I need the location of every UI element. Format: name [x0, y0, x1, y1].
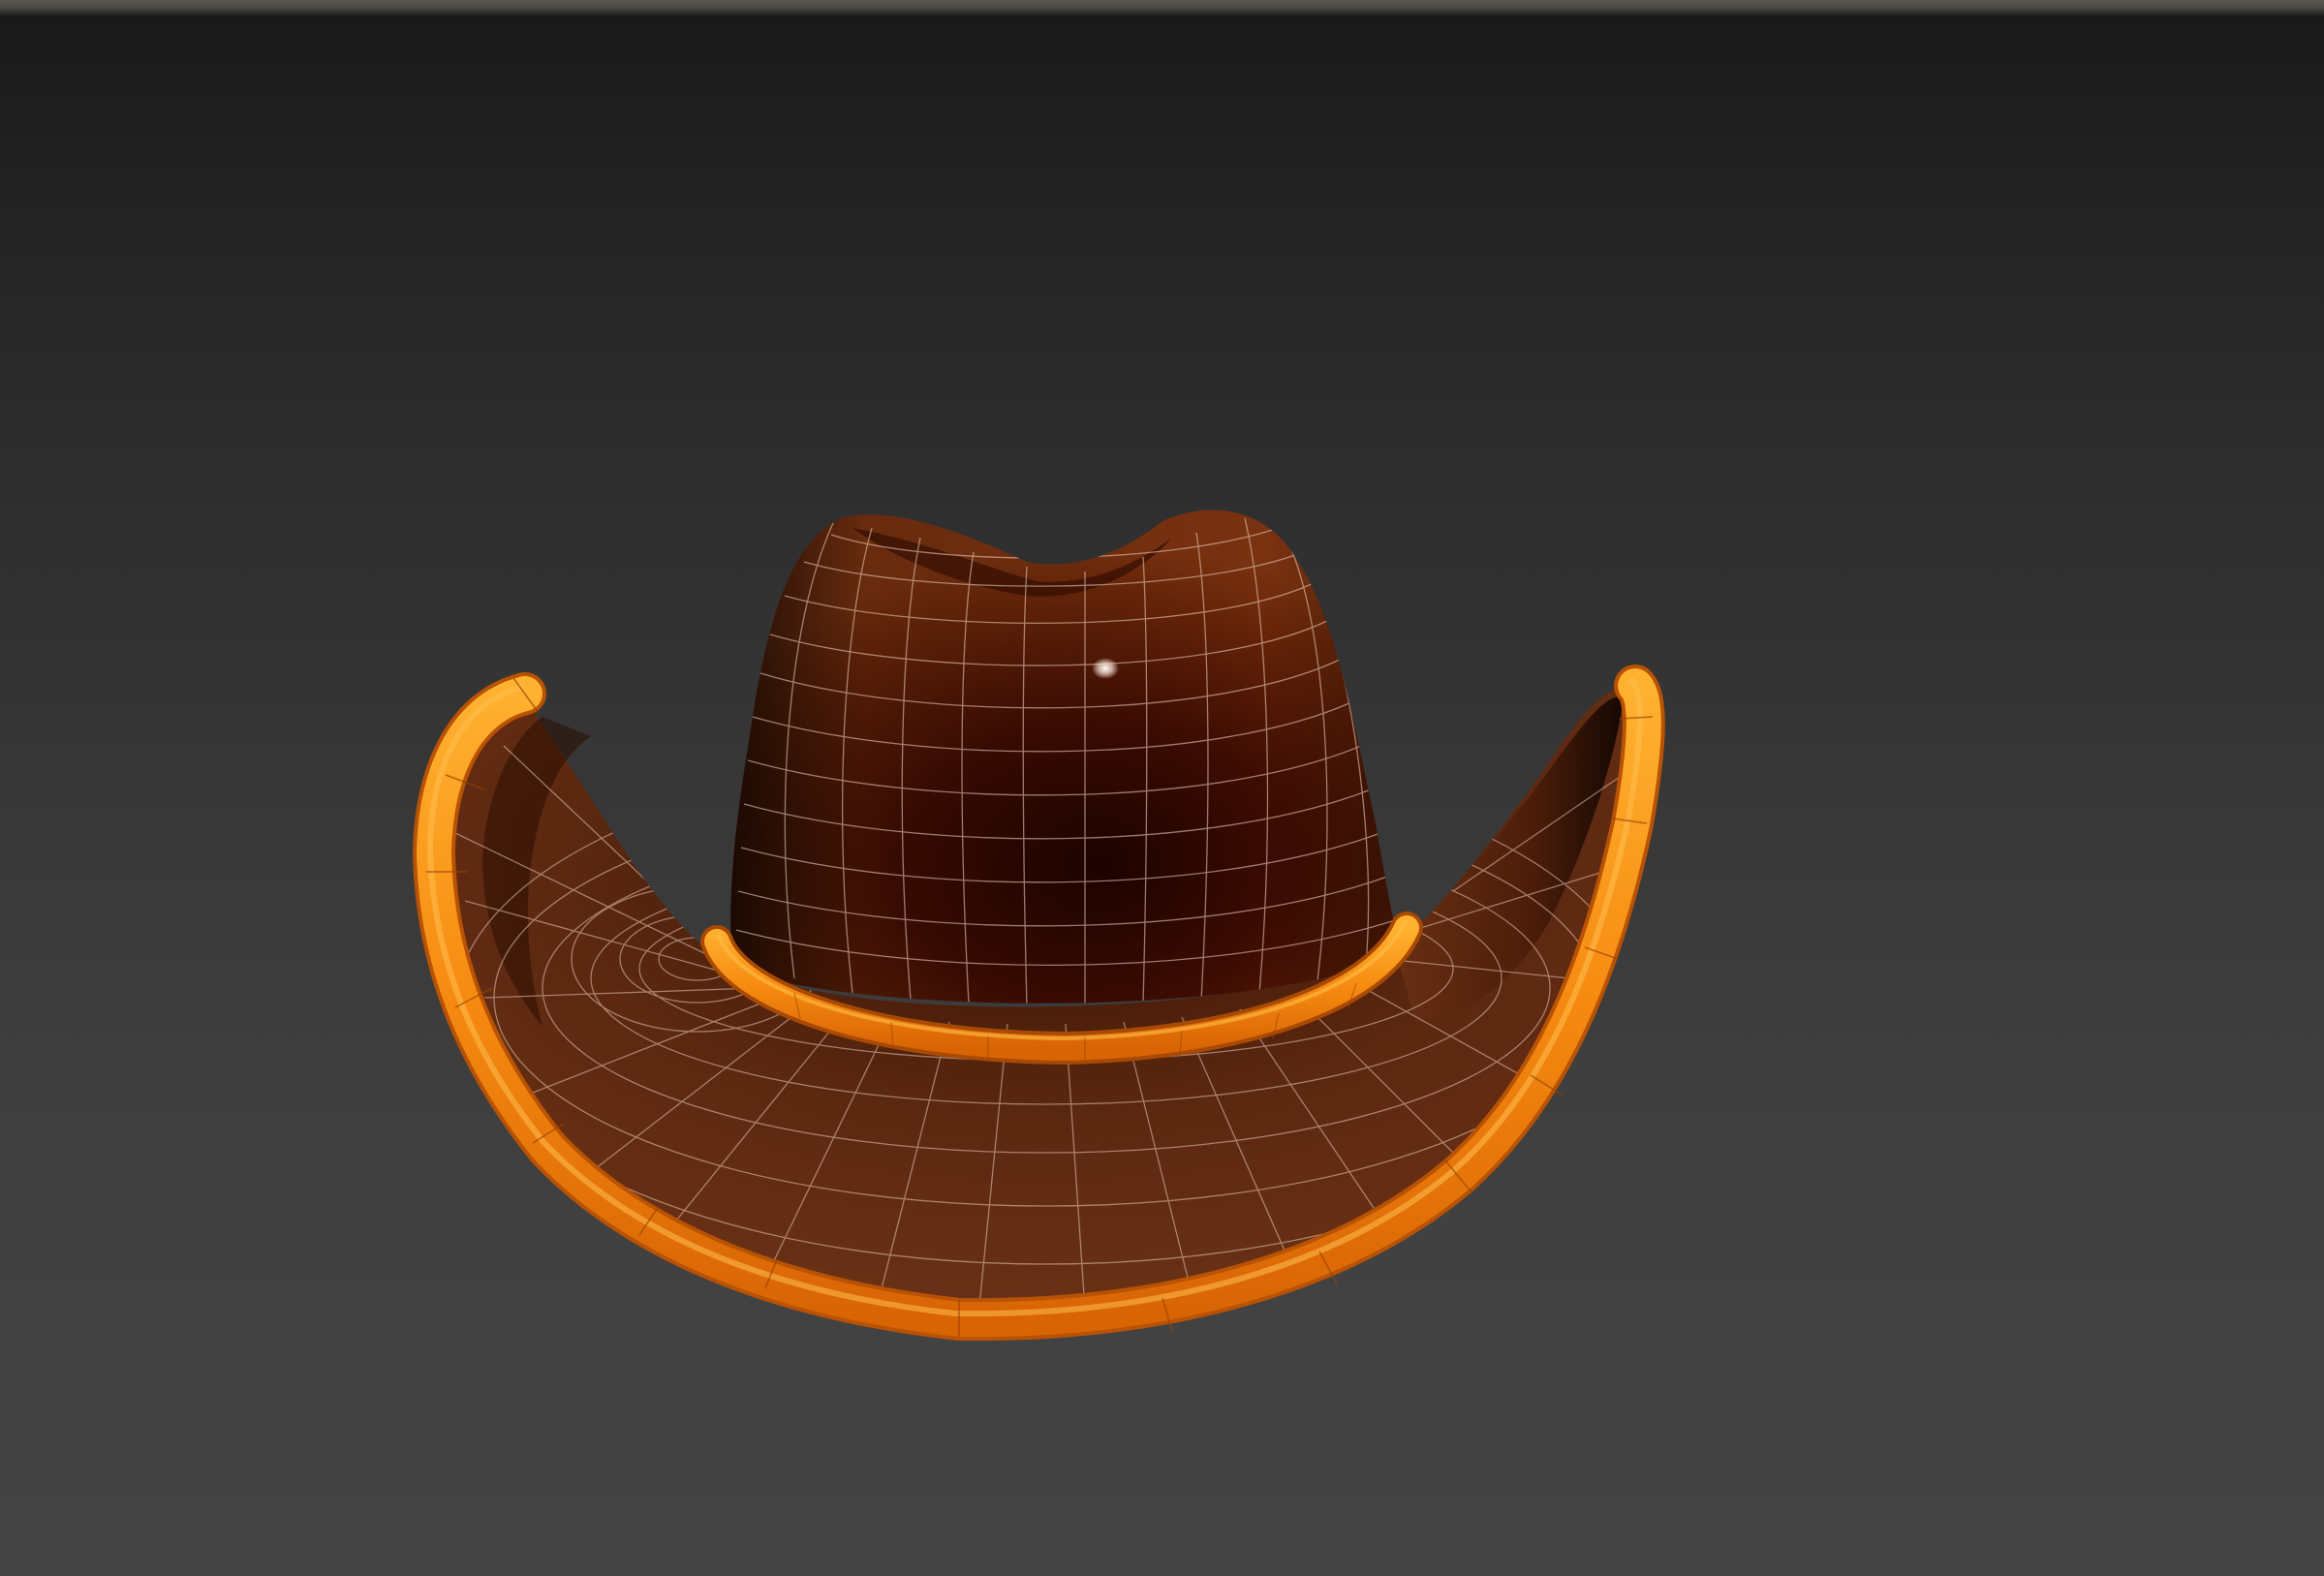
- 3d-viewport[interactable]: [0, 15, 2324, 1576]
- hat-render: [412, 510, 1665, 1342]
- specular-highlight: [1092, 658, 1119, 679]
- hat-crown: [730, 510, 1401, 1004]
- viewport-title-strip: [0, 0, 2324, 16]
